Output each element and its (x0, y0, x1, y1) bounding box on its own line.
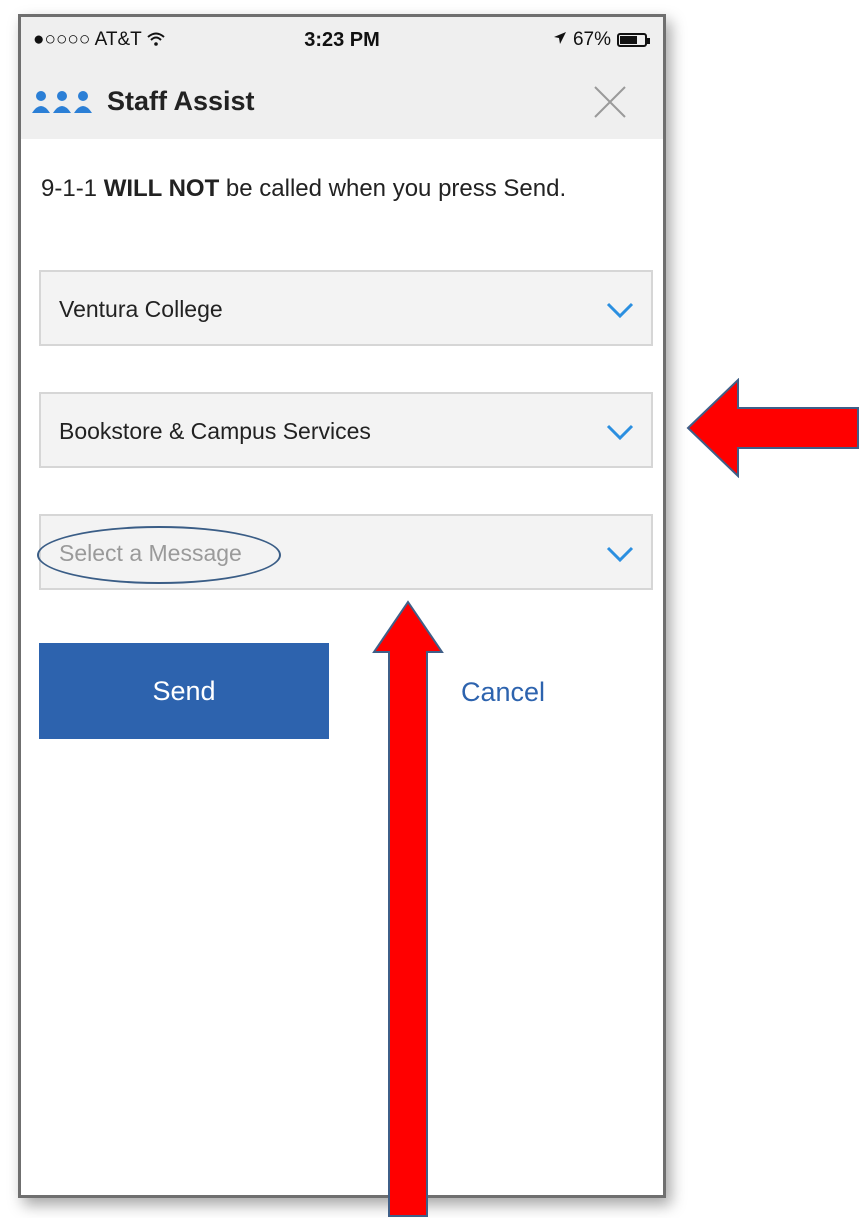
location-arrow-icon (553, 29, 567, 51)
chevron-down-icon (605, 294, 635, 324)
annotation-arrow-up (372, 600, 444, 1217)
notice-suffix: be called when you press Send. (219, 175, 567, 202)
department-select[interactable]: Bookstore & Campus Services (39, 392, 653, 468)
annotation-arrow-left (686, 378, 859, 478)
message-select[interactable]: Select a Message (37, 514, 653, 590)
campus-select-value: Ventura College (59, 296, 223, 322)
notice-text: 9-1-1 WILL NOT be called when you press … (41, 175, 566, 203)
battery-icon (617, 33, 650, 47)
app-header: Staff Assist (21, 67, 663, 139)
chevron-down-icon (605, 538, 635, 568)
status-bar: ●○○○○ AT&T 3:23 PM 67% (21, 17, 663, 67)
close-icon[interactable] (593, 85, 627, 119)
campus-select[interactable]: Ventura College (39, 270, 653, 346)
page-title: Staff Assist (107, 86, 255, 116)
phone-screen: ●○○○○ AT&T 3:23 PM 67% Staff Assist 9-1-… (18, 14, 666, 1198)
battery-percent: 67% (572, 29, 611, 50)
message-select-placeholder: Select a Message (59, 540, 242, 566)
staff-group-icon (31, 89, 93, 120)
department-select-value: Bookstore & Campus Services (59, 418, 371, 444)
chevron-down-icon (605, 416, 635, 446)
notice-emphasis: WILL NOT (103, 175, 220, 202)
notice-prefix: 9-1-1 (41, 175, 104, 202)
cancel-link[interactable]: Cancel (461, 677, 545, 708)
send-button[interactable]: Send (39, 643, 329, 739)
status-right: 67% (553, 29, 650, 51)
